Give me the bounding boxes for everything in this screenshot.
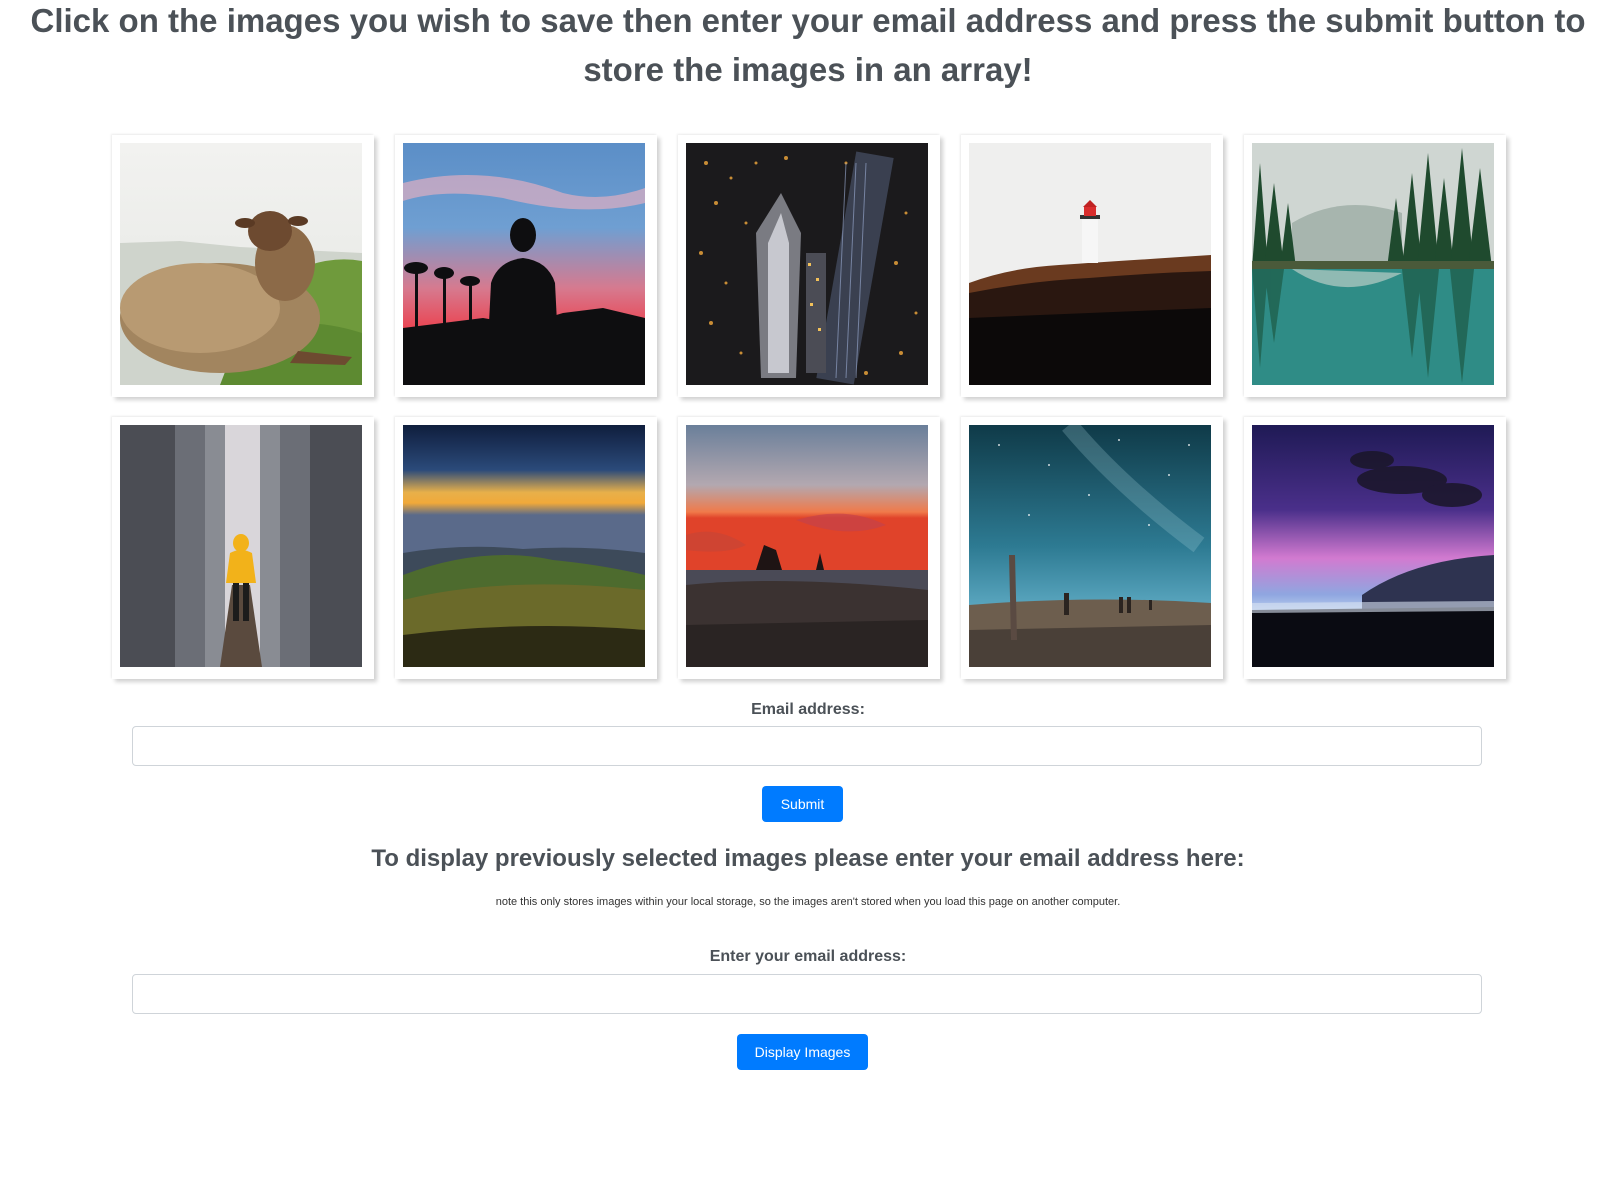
gallery-image-beach[interactable] xyxy=(678,417,940,679)
page: Click on the images you wish to save the… xyxy=(0,0,1616,1204)
silhouette-photo[interactable] xyxy=(403,143,645,385)
gallery-image-forest-lake[interactable] xyxy=(1244,135,1506,397)
pillars-photo[interactable] xyxy=(120,425,362,667)
lighthouse-photo[interactable] xyxy=(969,143,1211,385)
gallery-image-lighthouse[interactable] xyxy=(961,135,1223,397)
beach-sunset-image xyxy=(686,425,928,667)
hills-dusk-image xyxy=(403,425,645,667)
sheep-image xyxy=(120,143,362,385)
gallery-image-city[interactable] xyxy=(678,135,940,397)
email-label: Email address: xyxy=(751,701,865,718)
gallery-image-pillars[interactable] xyxy=(112,417,374,679)
gallery-row xyxy=(112,135,1516,397)
silhouette-sunset-image xyxy=(403,143,645,385)
email-input[interactable] xyxy=(132,726,1482,766)
display-email-label: Enter your email address: xyxy=(709,948,907,965)
beach-photo[interactable] xyxy=(686,425,928,667)
gallery-row xyxy=(112,417,1516,679)
forest-lake-photo[interactable] xyxy=(1252,143,1494,385)
page-title: Click on the images you wish to save the… xyxy=(30,2,1586,88)
gallery-image-starry[interactable] xyxy=(961,417,1223,679)
gallery-image-purple-sky[interactable] xyxy=(1244,417,1506,679)
starry-photo[interactable] xyxy=(969,425,1211,667)
gallery-image-sheep[interactable] xyxy=(112,135,374,397)
hills-photo[interactable] xyxy=(403,425,645,667)
gallery-image-silhouette[interactable] xyxy=(395,135,657,397)
display-images-button[interactable]: Display Images xyxy=(737,1034,868,1070)
image-gallery xyxy=(112,135,1516,699)
city-photo[interactable] xyxy=(686,143,928,385)
lighthouse-image xyxy=(969,143,1211,385)
display-section-heading: To display previously selected images pl… xyxy=(371,845,1245,872)
sheep-photo[interactable] xyxy=(120,143,362,385)
purple-sky-image xyxy=(1252,425,1494,667)
purple-sky-photo[interactable] xyxy=(1252,425,1494,667)
pillars-image xyxy=(120,425,362,667)
storage-note: note this only stores images within your… xyxy=(495,896,1121,908)
display-email-input[interactable] xyxy=(132,974,1482,1014)
city-night-image xyxy=(686,143,928,385)
submit-button[interactable]: Submit xyxy=(762,786,843,822)
gallery-image-hills[interactable] xyxy=(395,417,657,679)
starry-beach-image xyxy=(969,425,1211,667)
forest-lake-image xyxy=(1252,143,1494,385)
